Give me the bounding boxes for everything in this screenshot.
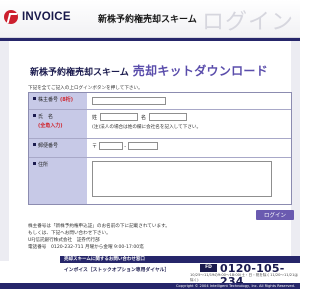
system-title: 新株予約権売却スキーム <box>98 15 197 25</box>
row-name: 氏 名 (全角入力) 姓 名 (注)法人の場合は姓の欄に会社名を記入して下さい。 <box>29 110 291 139</box>
footer-details: インボイス［ストックオプション専用ダイヤル］ FD 0120-105-234 1… <box>60 262 300 288</box>
row-address: 住所 <box>29 158 291 204</box>
last-name-label: 姓 <box>92 114 98 121</box>
postal-code-cell: 〒 - <box>87 139 291 157</box>
instruction-text: 下記を全てご記入の上ログインボタンを押して下さい。 <box>28 86 143 91</box>
row-postal-code: 郵便番号 〒 - <box>29 139 291 158</box>
shareholder-number-label: 株主番号 (8桁) <box>29 93 87 109</box>
left-gutter <box>0 41 9 261</box>
copyright: Copyright © 2004 Intelligent Technology,… <box>0 283 300 289</box>
login-button[interactable]: ログイン <box>256 210 294 220</box>
contact-line: 株主番号は「新株予約権申込証」のお名前の下に記載されています。 <box>28 224 170 229</box>
name-label-text: 氏 名 <box>38 114 54 120</box>
address-label-text: 住所 <box>38 162 49 168</box>
shareholder-number-note: (8桁) <box>60 97 74 103</box>
bullet-icon <box>33 143 36 146</box>
login-form: 株主番号 (8桁) 氏 名 (全角入力) 姓 名 (注)法人の場合は姓の欄に会社… <box>28 92 292 205</box>
login-page-title: ログイン <box>201 10 294 35</box>
footer-contact: 売却スキームに関するお問い合わせ窓口 インボイス［ストックオプション専用ダイヤル… <box>60 256 300 288</box>
name-required-note: (全角入力) <box>38 123 63 129</box>
postal-code-second-input[interactable] <box>127 142 158 150</box>
contact-info: 株主番号は「新株予約権申込証」のお名前の下に記載されています。 もしくは、下記へ… <box>28 223 248 251</box>
address-cell <box>87 158 291 204</box>
row-shareholder-number: 株主番号 (8桁) <box>29 93 291 110</box>
header-divider <box>0 38 300 41</box>
contact-line: 電話番号 0120-232-711 月曜から金曜 9:00-17:00迄 <box>28 245 144 250</box>
address-label: 住所 <box>29 158 87 204</box>
shareholder-number-label-text: 株主番号 <box>38 97 59 103</box>
shareholder-number-cell <box>87 93 291 109</box>
address-textarea[interactable] <box>92 161 272 197</box>
name-note: (注)法人の場合は姓の欄に会社名を記入して下さい。 <box>92 125 202 130</box>
name-label: 氏 名 (全角入力) <box>29 110 87 138</box>
bullet-icon <box>33 97 36 100</box>
postal-dash: - <box>124 143 127 150</box>
footer-company: インボイス［ストックオプション専用ダイヤル］ <box>64 268 170 273</box>
first-name-input[interactable] <box>149 113 188 121</box>
contact-line: もしくは、下記へお問い合わせ下さい。 <box>28 231 111 236</box>
postal-code-label: 郵便番号 <box>29 139 87 157</box>
postal-code-label-text: 郵便番号 <box>38 143 59 149</box>
postal-mark: 〒 <box>92 143 98 150</box>
bullet-icon <box>33 114 36 117</box>
brand-name: INVOICE <box>22 11 71 23</box>
postal-code-first-input[interactable] <box>98 142 123 150</box>
first-name-label: 名 <box>141 114 147 121</box>
header: INVOICE 新株予約権売却スキーム ログイン <box>0 0 300 38</box>
footer-hours: 10/25～11/19の9:00～18:00(土・日・祝を除く11/20～11/… <box>190 273 298 282</box>
contact-line: UFJ信託銀行株式会社 証券代行部 <box>28 238 100 243</box>
invoice-logo-icon <box>4 10 18 24</box>
right-gutter <box>291 41 300 261</box>
last-name-input[interactable] <box>100 113 139 121</box>
section-title: 新株予約権売却スキーム 売却キットダウンロード <box>30 62 268 79</box>
bullet-icon <box>33 162 36 165</box>
free-dial-icon: FD <box>200 264 217 272</box>
section-title-sub: 売却キットダウンロード <box>132 64 269 78</box>
section-title-main: 新株予約権売却スキーム <box>30 68 129 78</box>
name-cell: 姓 名 (注)法人の場合は姓の欄に会社名を記入して下さい。 <box>87 110 291 138</box>
brand-logo: INVOICE <box>4 10 71 24</box>
shareholder-number-input[interactable] <box>92 97 166 105</box>
